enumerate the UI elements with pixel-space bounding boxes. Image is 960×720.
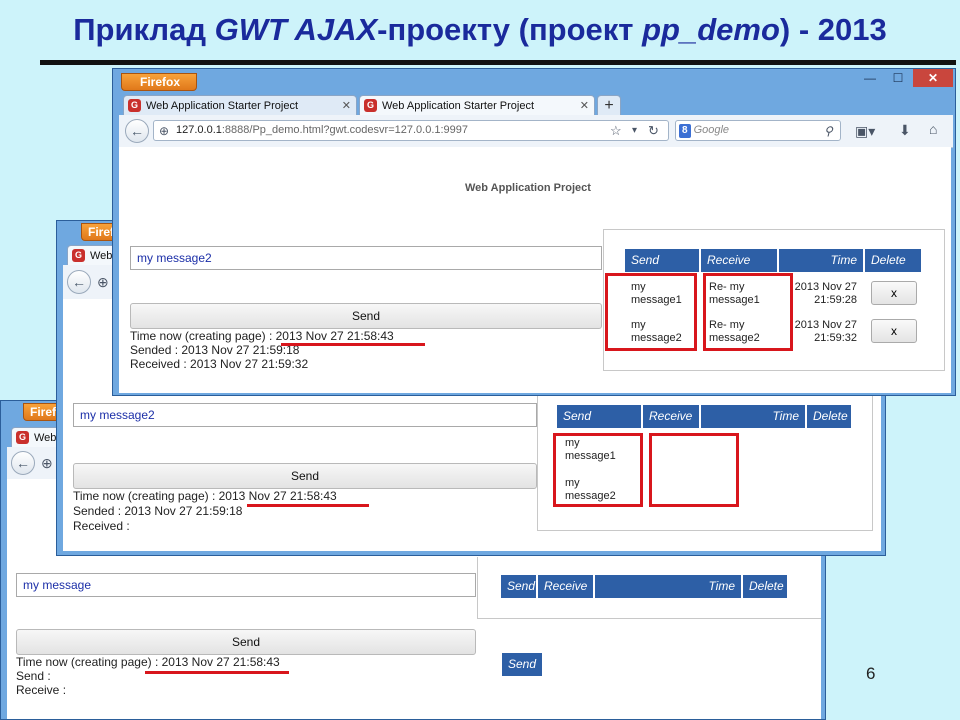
slide-number: 6 [866, 664, 876, 683]
app-title: Web Application Project [465, 182, 591, 194]
received-status: Received : 2013 Nov 27 21:59:32 [130, 357, 309, 371]
gwt-favicon-icon: G [128, 99, 141, 112]
tab-title: Web Application Starter Project [382, 100, 535, 112]
title-rule [40, 60, 956, 65]
underline-highlight [247, 504, 369, 507]
bookmarks-icon[interactable]: ▣▾ [855, 123, 875, 140]
header-time: Time [701, 405, 807, 428]
header-receive: Receive [538, 575, 595, 598]
header-time: Time [595, 575, 743, 598]
highlight-box-receive [649, 433, 739, 507]
home-icon[interactable]: ⌂ [929, 121, 937, 137]
underline-highlight [281, 343, 425, 346]
time-now-status: Time now (creating page) : 2013 Nov 27 2… [130, 329, 394, 343]
time-now-status: Time now (creating page) : 2013 Nov 27 2… [16, 655, 280, 669]
navigation-bar: ← ⊕ 127.0.0.1:8888/Pp_demo.html?gwt.codes… [119, 115, 953, 148]
browser-tab-active[interactable]: G Web Application Starter Project ✕ [359, 95, 595, 115]
message-input[interactable]: my message [16, 573, 476, 597]
received-status: Received : [73, 519, 130, 533]
dropdown-icon[interactable]: ▾ [632, 121, 637, 140]
reload-icon[interactable]: ↻ [648, 121, 659, 140]
bookmark-star-icon[interactable]: ☆ [610, 121, 622, 140]
page-content: Web Application Project my message2 Send… [119, 147, 951, 393]
back-button-icon[interactable]: ← [67, 270, 91, 294]
tab-close-icon[interactable]: ✕ [342, 96, 351, 115]
sended-status: Sended : 2013 Nov 27 21:59:18 [130, 343, 300, 357]
header-receive: Receive [701, 249, 779, 272]
message-input[interactable]: my message2 [130, 246, 602, 270]
back-button-icon[interactable]: ← [125, 119, 149, 143]
close-window-icon[interactable]: ✕ [913, 69, 953, 87]
browser-tab[interactable]: G Web Application Starter Project ✕ [123, 95, 357, 115]
time-now-status: Time now (creating page) : 2013 Nov 27 2… [73, 489, 337, 503]
tab-title: Web [34, 432, 57, 444]
search-input[interactable]: 8 Google ⚲ [675, 120, 841, 141]
minimize-icon[interactable]: — [857, 69, 883, 87]
highlight-box-send [605, 273, 697, 351]
firefox-menu-button[interactable]: Firefox [121, 73, 197, 91]
tab-title: Web Application Starter Project [146, 100, 299, 112]
globe-icon: ⊕ [159, 124, 170, 138]
slide-title: Приклад GWT AJAX-проекту (проект pp_demo… [73, 12, 887, 47]
message-input[interactable]: my message2 [73, 403, 537, 427]
header-send: Send [625, 249, 701, 272]
sended-status: Sended : 2013 Nov 27 21:59:18 [73, 504, 243, 518]
underline-highlight [145, 671, 289, 674]
globe-icon: ⊕ [41, 455, 53, 471]
gwt-favicon-icon: G [72, 249, 85, 262]
header-send: Send [501, 575, 538, 598]
row2-time: 2013 Nov 27 21:59:32 [794, 319, 857, 344]
highlight-box-receive [703, 273, 793, 351]
delete-row-button[interactable]: x [871, 281, 917, 305]
send-button[interactable]: Send [73, 463, 537, 489]
header-delete: Delete [807, 405, 853, 428]
back-button-icon[interactable]: ← [11, 451, 35, 475]
gwt-favicon-icon: G [364, 99, 377, 112]
receive-status: Receive : [16, 683, 67, 697]
header-delete: Delete [743, 575, 789, 598]
tab-close-icon[interactable]: ✕ [580, 96, 589, 115]
highlight-box-send [553, 433, 643, 507]
search-icon[interactable]: ⚲ [824, 122, 833, 141]
header-delete: Delete [865, 249, 923, 272]
globe-icon: ⊕ [97, 274, 109, 290]
send-button[interactable]: Send [130, 303, 602, 329]
delete-row-button[interactable]: x [871, 319, 917, 343]
header-send: Send [502, 653, 545, 676]
header-receive: Receive [643, 405, 701, 428]
send-button[interactable]: Send [16, 629, 476, 655]
download-icon[interactable]: ⬇ [899, 122, 911, 139]
maximize-icon[interactable]: ☐ [885, 69, 911, 87]
browser-window-3: Firefox — ☐ ✕ G Web Application Starter P… [112, 68, 956, 396]
send-status: Send : [16, 669, 51, 683]
row1-time: 2013 Nov 27 21:59:28 [794, 281, 857, 306]
gwt-favicon-icon: G [16, 431, 29, 444]
search-engine-icon[interactable]: 8 [679, 124, 691, 138]
header-send: Send [557, 405, 643, 428]
new-tab-button[interactable]: + [597, 95, 621, 115]
url-bar[interactable]: ⊕ 127.0.0.1:8888/Pp_demo.html?gwt.codesvr… [153, 120, 669, 141]
tab-title: Web [90, 250, 113, 262]
header-time: Time [779, 249, 865, 272]
